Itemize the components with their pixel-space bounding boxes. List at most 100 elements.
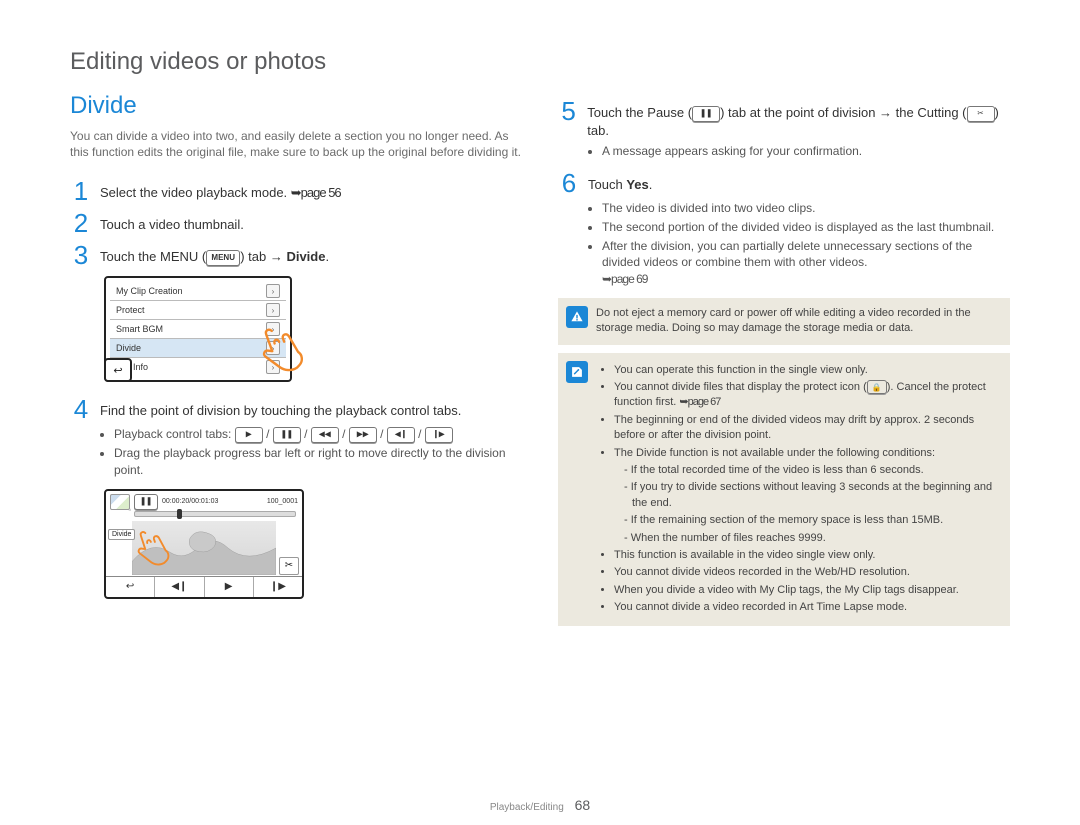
info-bullet: You cannot divide files that display the… <box>614 380 1000 411</box>
step-1: 1 Select the video playback mode. ➥page … <box>70 178 522 204</box>
menu-row: Protect › <box>110 301 286 320</box>
confirm-message-bullet: A message appears asking for your confir… <box>602 143 1010 160</box>
info-sub-list: If the total recorded time of the video … <box>614 463 1000 546</box>
step-4: 4 Find the point of division by touching… <box>70 396 522 422</box>
step-text: Touch the MENU (MENU) tab → Divide. <box>100 242 329 266</box>
menu-row: My Clip Creation › <box>110 282 286 301</box>
pause-indicator-icon: ❚❚ <box>134 494 158 510</box>
menu-row-label: Protect <box>116 305 145 315</box>
step-text: Touch Yes. <box>588 170 652 194</box>
step-6-bullet: After the division, you can partially de… <box>602 238 1010 288</box>
pc-next-icon: ❙▶ <box>254 577 302 597</box>
info-bullet: When you divide a video with My Clip tag… <box>614 583 1000 598</box>
step-number: 3 <box>70 242 92 268</box>
left-column: Divide You can divide a video into two, … <box>70 92 522 634</box>
info-bullet: The beginning or end of the divided vide… <box>614 413 1000 444</box>
step-5-mid: ) tab at the point of division → the Cut… <box>720 105 966 120</box>
step-text: Touch the Pause (❚❚) tab at the point of… <box>587 98 1010 139</box>
step-6-bullet: The second portion of the divided video … <box>602 219 1010 236</box>
step-4-bullets: Playback control tabs: ▶ / ❚❚ / ◀◀ / ▶▶ … <box>98 426 522 478</box>
right-column: 5 Touch the Pause (❚❚) tab at the point … <box>558 92 1010 634</box>
step-3: 3 Touch the MENU (MENU) tab → Divide. <box>70 242 522 268</box>
chevron-right-icon: › <box>266 284 280 298</box>
playback-control-tab-icon: ◀❙ <box>387 427 415 443</box>
playback-control-tabs-bullet: Playback control tabs: ▶ / ❚❚ / ◀◀ / ▶▶ … <box>114 426 522 443</box>
page-footer: Playback/Editing 68 <box>0 797 1080 813</box>
step-number: 1 <box>70 178 92 204</box>
info-sub-bullet: If you try to divide sections without le… <box>632 480 1000 511</box>
step-6-bullets: The video is divided into two video clip… <box>586 200 1010 288</box>
step-3-mid: ) tab → <box>240 249 286 264</box>
playback-top-bar: ❚❚ 00:00:20/00:01:03 100_0001 <box>110 494 298 510</box>
step-text: Find the point of division by touching t… <box>100 396 461 420</box>
menu-screenshot: My Clip Creation›Protect›Smart BGM›Divid… <box>104 276 292 382</box>
playback-screenshot: ❚❚ 00:00:20/00:01:03 100_0001 Divide <box>104 489 304 599</box>
warning-icon <box>566 306 588 328</box>
playback-control-tab-icon: ❙▶ <box>425 427 453 443</box>
scissor-icon: ✂ <box>279 557 299 575</box>
bullet-prefix: Playback control tabs: <box>114 427 235 441</box>
step-5-pre: Touch the Pause ( <box>587 105 692 120</box>
info-bullet: You cannot divide videos recorded in the… <box>614 565 1000 580</box>
playback-control-tab-icon: ▶▶ <box>349 427 377 443</box>
info-note: You can operate this function in the sin… <box>558 353 1010 626</box>
info-list: You can operate this function in the sin… <box>596 361 1000 618</box>
intro-paragraph: You can divide a video into two, and eas… <box>70 128 522 160</box>
playback-progress <box>134 511 296 517</box>
step-3-bold: Divide <box>286 249 325 264</box>
progress-bar <box>134 511 296 517</box>
warning-note: Do not eject a memory card or power off … <box>558 298 1010 345</box>
drag-progress-bullet: Drag the playback progress bar left or r… <box>114 445 522 479</box>
menu-tab-icon: MENU <box>206 250 240 266</box>
two-column-layout: Divide You can divide a video into two, … <box>70 92 1010 634</box>
footer-section: Playback/Editing <box>490 802 564 813</box>
step-2: 2 Touch a video thumbnail. <box>70 210 522 236</box>
protect-lock-icon: 🔒 <box>867 380 887 394</box>
info-sub-bullet: When the number of files reaches 9999. <box>632 531 1000 546</box>
warning-text: Do not eject a memory card or power off … <box>596 306 1000 337</box>
playback-control-tab-icon: ◀◀ <box>311 427 339 443</box>
section-heading: Divide <box>70 92 522 120</box>
playback-control-tab-icon: ▶ <box>235 427 263 443</box>
page-ref: ➥page 67 <box>679 396 720 408</box>
pointing-hand-icon <box>249 317 316 393</box>
page-title: Editing videos or photos <box>70 48 1010 76</box>
back-icon: ↩ <box>104 358 132 382</box>
pc-play-icon: ▶ <box>205 577 254 597</box>
menu-row-label: My Clip Creation <box>116 286 183 296</box>
manual-page: Editing videos or photos Divide You can … <box>0 0 1080 825</box>
step-6-bold: Yes <box>626 177 648 192</box>
step-number: 5 <box>558 98 579 124</box>
step-3-pre: Touch the MENU ( <box>100 249 206 264</box>
info-bullet: This function is available in the video … <box>614 548 1000 563</box>
step-number: 6 <box>558 170 580 196</box>
playback-filename: 100_0001 <box>267 498 298 505</box>
playback-counter: 00:00:20/00:01:03 <box>162 498 218 505</box>
menu-row-label: Smart BGM <box>116 324 163 334</box>
playback-controls-bar: ↩ ◀❙ ▶ ❙▶ <box>106 576 302 597</box>
info-bullet: The Divide function is not available und… <box>614 446 1000 546</box>
page-ref: ➥page 69 <box>602 272 647 286</box>
playback-control-tab-icon: ❚❚ <box>273 427 301 443</box>
info-bullet: You cannot divide a video recorded in Ar… <box>614 600 1000 615</box>
step-number: 4 <box>70 396 92 422</box>
step-text: Touch a video thumbnail. <box>100 210 244 234</box>
cutting-tab-icon: ✂ <box>967 106 995 122</box>
step-number: 2 <box>70 210 92 236</box>
page-ref: ➥page 56 <box>291 185 341 200</box>
step-5-bullets: A message appears asking for your confir… <box>586 143 1010 160</box>
info-icon <box>566 361 588 383</box>
page-number: 68 <box>575 797 591 813</box>
progress-knob <box>177 509 182 519</box>
step-3-post: . <box>325 249 329 264</box>
step-1-text: Select the video playback mode. <box>100 185 291 200</box>
chevron-right-icon: › <box>266 303 280 317</box>
menu-row-label: Divide <box>116 343 141 353</box>
step-6: 6 Touch Yes. <box>558 170 1010 196</box>
step-text: Select the video playback mode. ➥page 56 <box>100 178 341 202</box>
pc-prev-icon: ◀❙ <box>155 577 204 597</box>
step-6-post: . <box>649 177 653 192</box>
info-sub-bullet: If the total recorded time of the video … <box>632 463 1000 478</box>
step-6-bullet: The video is divided into two video clip… <box>602 200 1010 217</box>
thumbnail-icon <box>110 494 130 510</box>
